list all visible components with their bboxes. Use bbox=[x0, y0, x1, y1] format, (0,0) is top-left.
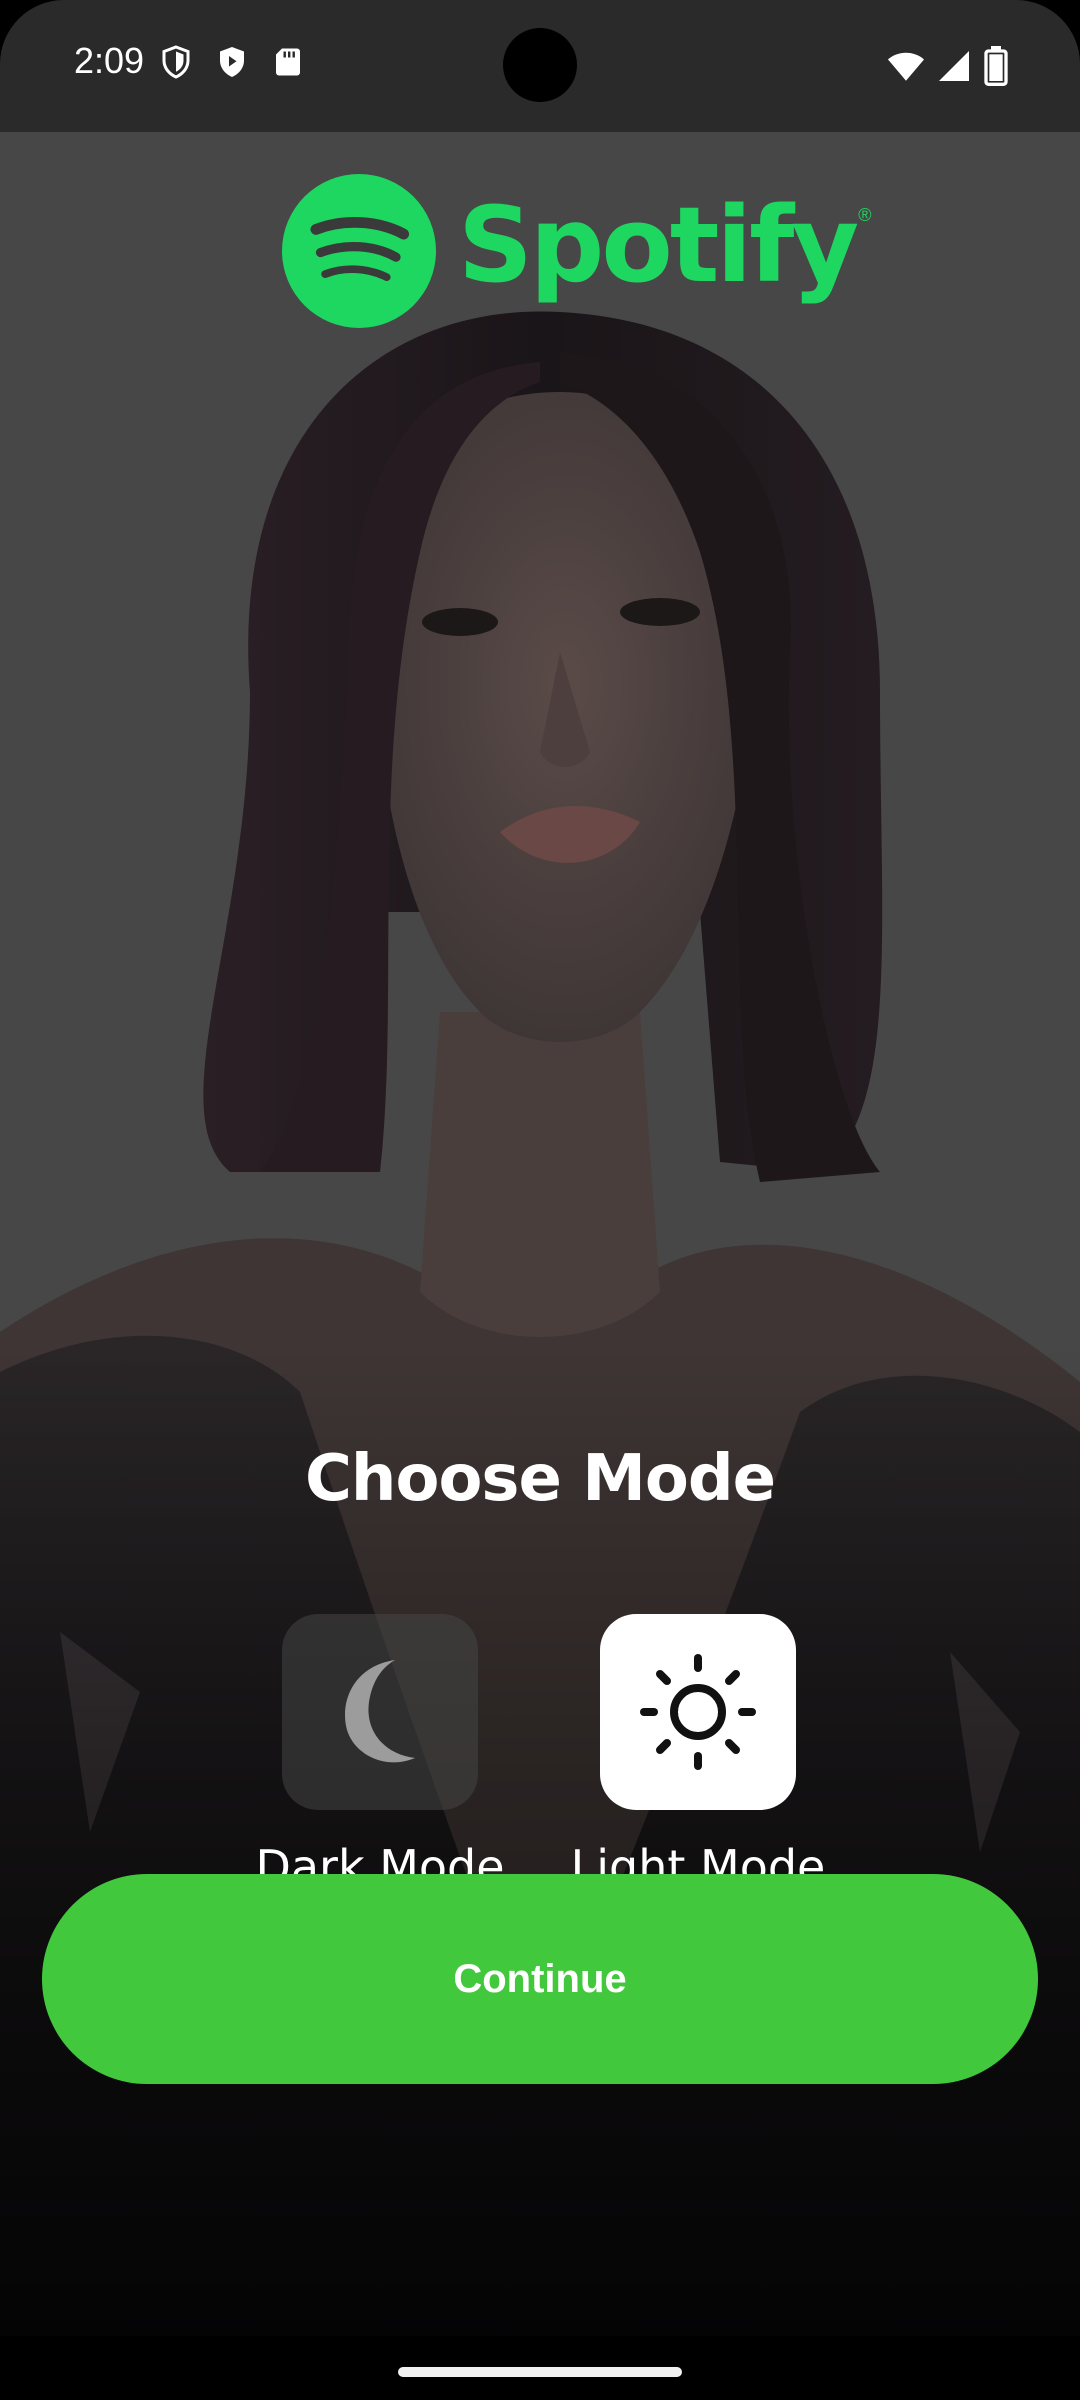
front-camera bbox=[503, 28, 577, 102]
spotify-wordmark: Spotify bbox=[458, 184, 859, 306]
sun-icon bbox=[640, 1654, 756, 1770]
shield-filled-icon bbox=[220, 47, 244, 77]
home-indicator[interactable] bbox=[398, 2367, 682, 2377]
registered-mark: ® bbox=[858, 204, 872, 225]
battery-icon bbox=[984, 46, 1008, 86]
status-time: 2:09 bbox=[74, 40, 145, 81]
cell-signal-icon bbox=[939, 51, 969, 81]
continue-button[interactable]: Continue bbox=[42, 1874, 1038, 2084]
wifi-icon bbox=[888, 52, 924, 81]
dark-mode-option[interactable]: Dark Mode bbox=[255, 1614, 505, 1894]
choose-mode-title: Choose Mode bbox=[304, 1442, 776, 1516]
sd-card-icon bbox=[276, 48, 300, 76]
shield-outline-icon bbox=[162, 45, 190, 79]
status-bar: 2:09 bbox=[0, 0, 1080, 132]
spotify-logo-icon bbox=[282, 174, 436, 328]
phone-screen: 2:09 Spotify ® Choose Mode Dark Mode Lig… bbox=[0, 0, 1080, 2400]
dark-mode-tile[interactable] bbox=[282, 1614, 478, 1810]
status-icons-left bbox=[158, 44, 306, 80]
status-icons-right bbox=[886, 46, 1010, 86]
light-mode-tile[interactable] bbox=[600, 1614, 796, 1810]
moon-icon bbox=[345, 1660, 415, 1763]
spotify-logo: Spotify ® bbox=[282, 174, 871, 328]
light-mode-option[interactable]: Light Mode bbox=[570, 1614, 826, 1894]
